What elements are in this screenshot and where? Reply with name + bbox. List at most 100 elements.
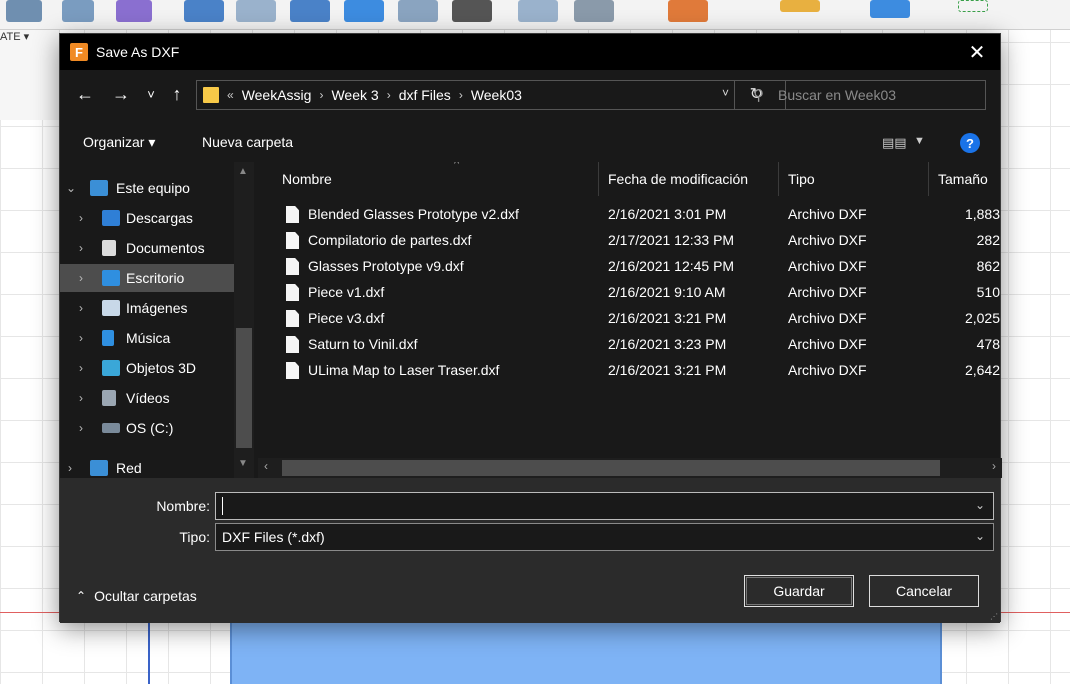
sidebar-item-descargas[interactable]: › Descargas <box>60 204 234 232</box>
horizontal-scroll-thumb[interactable] <box>282 460 940 476</box>
breadcrumb-item[interactable]: Week 3 <box>331 87 378 103</box>
chevron-down-icon[interactable]: ⌄ <box>975 529 985 543</box>
chevron-down-icon[interactable]: ⌄ <box>66 181 76 195</box>
up-button[interactable]: ↑ <box>166 82 188 106</box>
close-button[interactable]: ✕ <box>954 34 1000 70</box>
column-divider[interactable] <box>598 162 599 196</box>
column-header-type[interactable]: Tipo <box>788 162 928 196</box>
sidebar-item-objetos-3d[interactable]: › Objetos 3D <box>60 354 234 382</box>
chevron-right-icon[interactable]: › <box>79 301 83 315</box>
sidebar-item-os-c[interactable]: › OS (C:) <box>60 414 234 442</box>
column-divider[interactable] <box>928 162 929 196</box>
table-row[interactable]: Compilatorio de partes.dxf 2/17/2021 12:… <box>258 228 1002 254</box>
cancel-button[interactable]: Cancelar <box>869 575 979 607</box>
file-date: 2/16/2021 12:45 PM <box>608 258 735 274</box>
navpane-scroll-thumb[interactable] <box>236 328 252 448</box>
breadcrumb-separator[interactable]: › <box>319 88 323 102</box>
view-options-icon[interactable]: ▤▤ <box>882 135 907 151</box>
measure-icon <box>780 0 820 12</box>
tool-icon <box>236 0 276 22</box>
chevron-right-icon[interactable]: › <box>79 331 83 345</box>
scroll-up-icon[interactable]: ▲ <box>238 166 248 177</box>
chevron-right-icon[interactable]: › <box>79 241 83 255</box>
file-type-select[interactable]: DXF Files (*.dxf) ⌄ <box>215 523 994 551</box>
file-size: 2,642 <box>964 362 1000 378</box>
sidebar-item-red[interactable]: › Red <box>60 454 234 478</box>
breadcrumb-item[interactable]: WeekAssig <box>242 87 312 103</box>
sidebar-item-imagenes[interactable]: › Imágenes <box>60 294 234 322</box>
file-type: Archivo DXF <box>788 362 867 378</box>
file-date: 2/16/2021 3:21 PM <box>608 362 727 378</box>
resize-grip-icon[interactable]: ⋰ <box>990 612 998 621</box>
chevron-right-icon[interactable]: › <box>79 271 83 285</box>
tool-icon <box>518 0 558 22</box>
sidebar-item-label: Documentos <box>126 240 205 256</box>
table-row[interactable]: ULima Map to Laser Traser.dxf 2/16/2021 … <box>258 358 1002 384</box>
file-name-label: Nombre: <box>156 498 210 514</box>
file-name: Piece v1.dxf <box>308 284 385 300</box>
sidebar-item-musica[interactable]: › Música <box>60 324 234 352</box>
fusion-app-icon: F <box>70 43 88 61</box>
recent-locations-button[interactable]: ˅ <box>140 82 162 106</box>
column-header-date[interactable]: Fecha de modificación <box>608 162 778 196</box>
column-divider[interactable] <box>778 162 779 196</box>
horizontal-scrollbar[interactable]: ‹ › <box>258 458 1002 478</box>
table-row[interactable]: Piece v3.dxf 2/16/2021 3:21 PM Archivo D… <box>258 306 1002 332</box>
address-bar[interactable]: « WeekAssig › Week 3 › dxf Files › Week0… <box>196 80 786 110</box>
sort-ascending-icon: ^ <box>454 162 460 170</box>
file-icon <box>286 206 299 223</box>
save-button[interactable]: Guardar <box>744 575 854 607</box>
forward-button[interactable]: → <box>110 82 132 106</box>
file-date: 2/16/2021 3:23 PM <box>608 336 727 352</box>
column-header-name[interactable]: Nombre ^ <box>282 162 598 196</box>
chevron-up-icon: ⌃ <box>76 589 87 603</box>
background-toolbar <box>0 0 1070 30</box>
sidebar-item-label: Música <box>126 330 171 346</box>
breadcrumb-item[interactable]: Week03 <box>471 87 522 103</box>
help-icon[interactable]: ? <box>960 133 980 153</box>
new-folder-button[interactable]: Nueva carpeta <box>202 134 293 150</box>
chevron-right-icon[interactable]: › <box>79 361 83 375</box>
table-row[interactable]: Glasses Prototype v9.dxf 2/16/2021 12:45… <box>258 254 1002 280</box>
videos-icon <box>102 390 116 406</box>
create-menu[interactable]: ATE ▾ <box>0 30 29 43</box>
sidebar-item-este-equipo[interactable]: ⌄ Este equipo <box>60 174 234 202</box>
dialog-title: Save As DXF <box>96 44 180 60</box>
tool-icon <box>116 0 152 22</box>
sidebar-item-documentos[interactable]: › Documentos <box>60 234 234 262</box>
address-dropdown-icon[interactable]: ˅ <box>722 86 729 100</box>
file-type: Archivo DXF <box>788 258 867 274</box>
table-row[interactable]: Saturn to Vinil.dxf 2/16/2021 3:23 PM Ar… <box>258 332 1002 358</box>
column-header-size[interactable]: Tamaño <box>938 162 1002 196</box>
scroll-down-icon[interactable]: ▼ <box>238 458 248 469</box>
file-type: Archivo DXF <box>788 206 867 222</box>
sidebar-item-videos[interactable]: › Vídeos <box>60 384 234 412</box>
breadcrumb-overflow[interactable]: « <box>227 88 234 102</box>
music-icon <box>102 330 114 346</box>
breadcrumb-separator[interactable]: › <box>387 88 391 102</box>
file-name-input[interactable]: ⌄ <box>215 492 994 520</box>
breadcrumb-separator[interactable]: › <box>459 88 463 102</box>
table-row[interactable]: Piece v1.dxf 2/16/2021 9:10 AM Archivo D… <box>258 280 1002 306</box>
scroll-right-icon[interactable]: › <box>992 459 996 473</box>
chevron-right-icon[interactable]: › <box>79 211 83 225</box>
network-icon <box>90 460 108 476</box>
file-icon <box>286 362 299 379</box>
chevron-right-icon[interactable]: › <box>79 421 83 435</box>
hide-folders-button[interactable]: ⌃ Ocultar carpetas <box>76 588 197 604</box>
file-icon <box>286 258 299 275</box>
image-icon <box>870 0 910 18</box>
file-size: 862 <box>976 258 1000 274</box>
breadcrumb-item[interactable]: dxf Files <box>399 87 451 103</box>
back-button[interactable]: ← <box>74 82 96 106</box>
table-row[interactable]: Blended Glasses Prototype v2.dxf 2/16/20… <box>258 202 1002 228</box>
chevron-down-icon[interactable]: ⌄ <box>975 498 985 512</box>
scroll-left-icon[interactable]: ‹ <box>264 459 268 473</box>
organize-button[interactable]: Organizar ▾ <box>83 134 155 151</box>
chevron-right-icon[interactable]: › <box>79 391 83 405</box>
view-dropdown-icon[interactable]: ▼ <box>914 135 925 147</box>
sidebar-item-escritorio[interactable]: › Escritorio <box>60 264 234 292</box>
chevron-right-icon[interactable]: › <box>68 461 72 475</box>
search-input[interactable]: ⚲ Buscar en Week03 <box>734 80 986 110</box>
tool-icon <box>184 0 224 22</box>
